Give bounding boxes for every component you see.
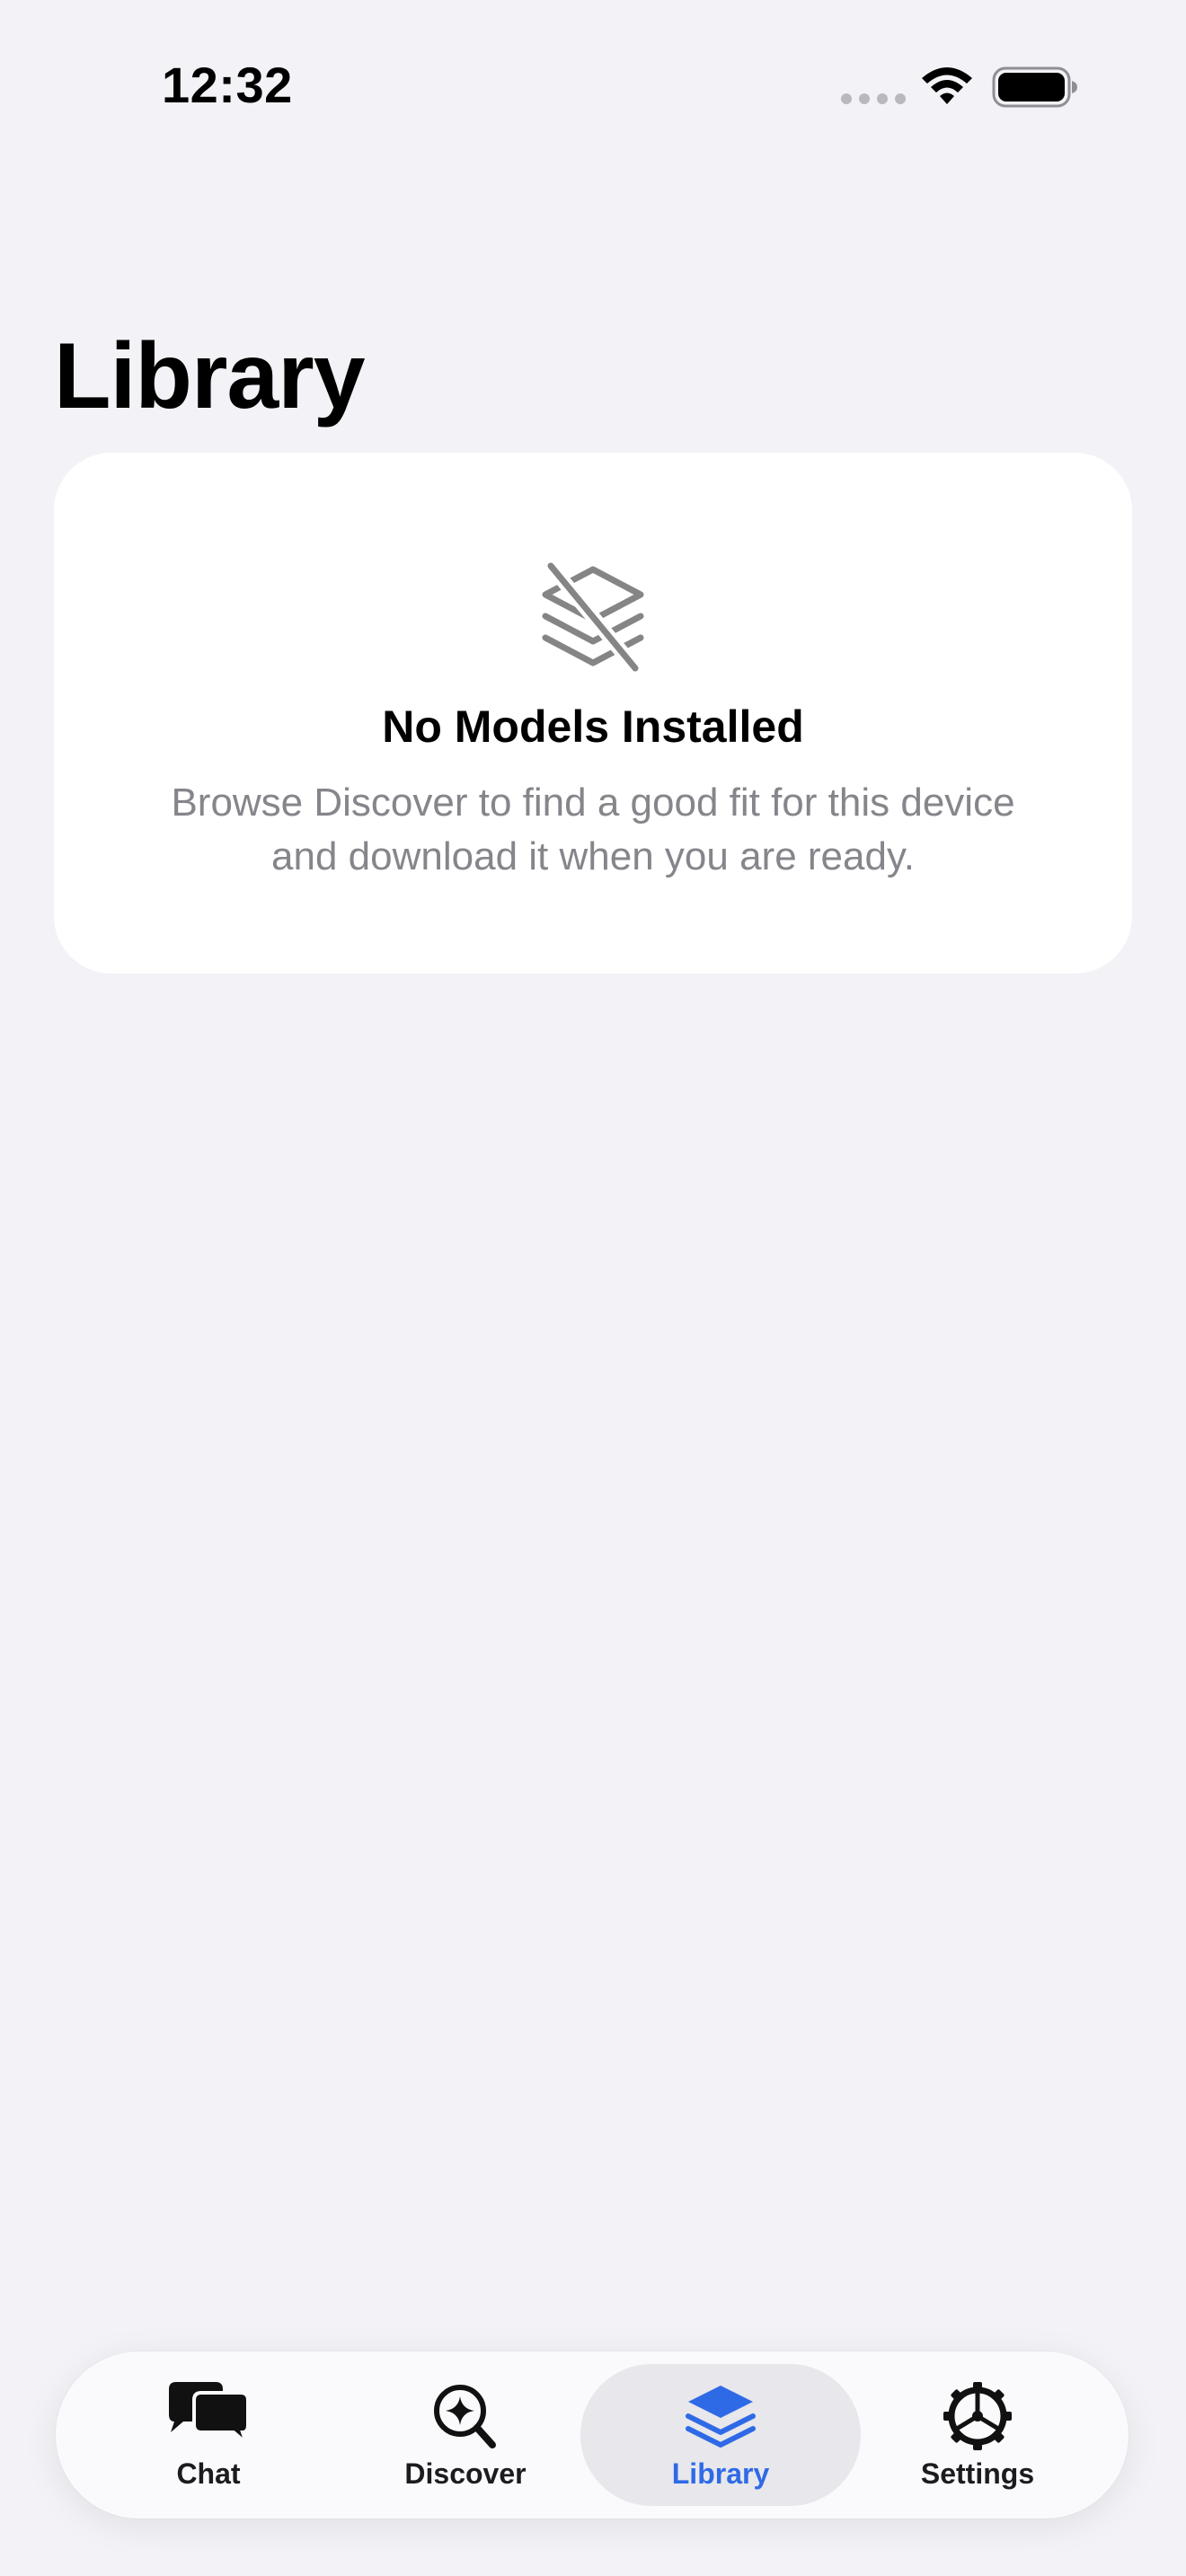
gear-icon: [943, 2382, 1012, 2450]
tab-discover[interactable]: Discover: [376, 2351, 555, 2519]
empty-state-line-2: and download it when you are ready.: [271, 834, 915, 878]
empty-state-description: Browse Discover to find a good fit for t…: [117, 776, 1069, 884]
battery-icon: [992, 66, 1077, 108]
tab-chat[interactable]: Chat: [119, 2351, 298, 2519]
discover-sparkle-magnifier-icon: [434, 2385, 496, 2448]
tab-settings[interactable]: Settings: [888, 2351, 1067, 2519]
layers-icon: [686, 2386, 756, 2448]
status-time: 12:32: [162, 57, 293, 113]
wifi-icon: [922, 67, 972, 104]
tab-label-discover: Discover: [404, 2457, 527, 2490]
cellular-signal-icon: [841, 93, 906, 104]
tab-library[interactable]: Library: [631, 2351, 810, 2519]
empty-state-title: No Models Installed: [382, 701, 804, 752]
tab-label-library: Library: [671, 2457, 770, 2490]
tab-label-chat: Chat: [176, 2457, 241, 2490]
tab-label-settings: Settings: [920, 2457, 1035, 2490]
layers-slash-icon: [542, 560, 644, 674]
chat-bubbles-icon: [169, 2382, 251, 2449]
status-bar: 12:32: [0, 0, 1186, 162]
empty-state-line-1: Browse Discover to find a good fit for t…: [171, 781, 1015, 825]
page-title: Library: [54, 324, 366, 428]
